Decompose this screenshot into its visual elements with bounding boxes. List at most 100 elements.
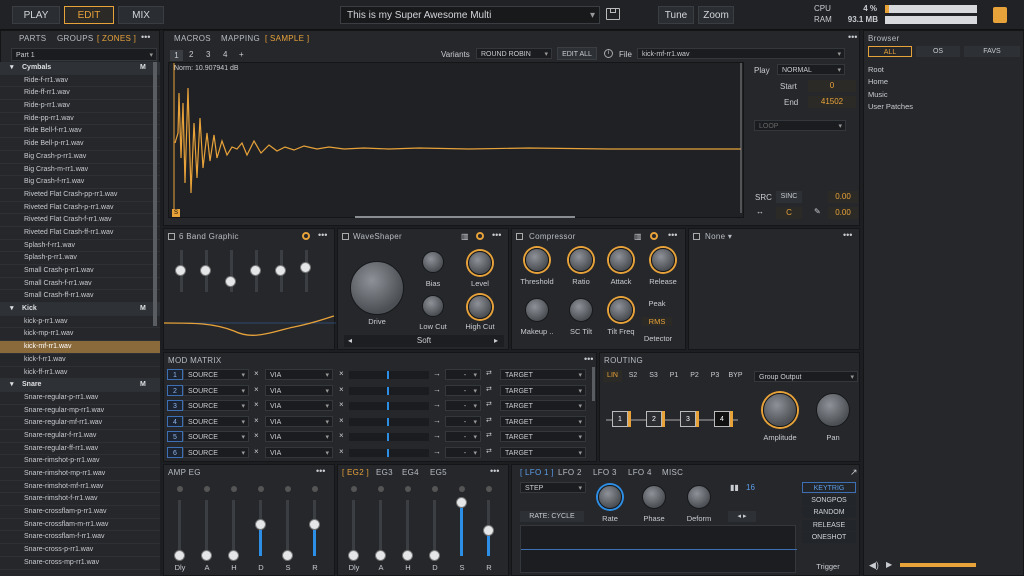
via-select[interactable]: VIA (265, 431, 333, 443)
tab-eg5[interactable]: EG5 (430, 468, 447, 477)
zoom-button[interactable]: Zoom (698, 6, 734, 24)
routing-tab-lin[interactable]: LIN (603, 370, 622, 382)
tab-play[interactable]: PLAY (12, 6, 60, 24)
close-icon[interactable]: × (254, 447, 259, 456)
mix-knob-icon[interactable] (302, 232, 310, 240)
eq-bars-icon[interactable]: ▥ (461, 232, 469, 241)
comp-knob-attack[interactable] (609, 248, 633, 272)
tab-misc[interactable]: MISC (662, 468, 683, 477)
phase-knob[interactable] (642, 485, 666, 509)
curve-knob-icon[interactable] (432, 486, 438, 492)
curve-knob-icon[interactable] (258, 486, 264, 492)
mute-button[interactable]: M (140, 379, 146, 391)
close-icon[interactable]: × (339, 369, 344, 378)
close-icon[interactable]: × (254, 431, 259, 440)
peak-option[interactable]: Peak (642, 299, 672, 308)
slot4-title[interactable]: None ▾ (705, 232, 732, 241)
via-select[interactable]: VIA (265, 400, 333, 412)
variants-select[interactable]: ROUND ROBIN (476, 48, 552, 60)
ws-mode-stepper[interactable]: ◂ Soft ▸ (344, 335, 504, 347)
eg-slider-thumb[interactable] (282, 550, 293, 561)
curve-select[interactable]: - (445, 384, 481, 397)
zone-item[interactable]: Ride Bell-p-rr1.wav (0, 138, 160, 151)
zone-item[interactable]: Splash-p-rr1.wav (0, 252, 160, 265)
zone-item[interactable]: kick-ff-rr1.wav (0, 367, 160, 380)
close-icon[interactable]: × (254, 385, 259, 394)
zone-item[interactable]: Snare-regular-mp-rr1.wav (0, 405, 160, 418)
page-2[interactable]: 2 (189, 50, 193, 59)
trigger-option-oneshot[interactable]: ONESHOT (802, 532, 856, 543)
pan-knob[interactable] (816, 393, 850, 427)
target-select[interactable]: TARGET (500, 369, 586, 381)
mix-knob-icon[interactable] (476, 232, 484, 240)
browser-tab-os[interactable]: OS (916, 46, 960, 57)
mute-button[interactable]: M (140, 62, 146, 74)
zone-item[interactable]: Ride-pp-rr1.wav (0, 113, 160, 126)
zone-item[interactable]: Ride-f-rr1.wav (0, 75, 160, 88)
source-select[interactable]: SOURCE (183, 369, 249, 381)
value-1[interactable]: 0.00 (828, 191, 858, 203)
tab-parts[interactable]: PARTS (19, 34, 46, 43)
trigger-option-release[interactable]: RELEASE (802, 519, 856, 531)
routing-tab-p2[interactable]: P2 (685, 370, 704, 382)
waveform-view[interactable]: Norm: 10.907941 dB S (168, 62, 744, 218)
depth-slider[interactable] (349, 386, 429, 395)
zone-item[interactable]: kick-f-rr1.wav (0, 354, 160, 367)
tab-lfo2[interactable]: LFO 2 (558, 468, 582, 477)
compressor-enable-checkbox[interactable] (516, 233, 523, 240)
zone-item[interactable]: Snare-crossflam-m-rr1.wav (0, 519, 160, 532)
close-icon[interactable]: × (254, 416, 259, 425)
eq-title[interactable]: 6 Band Graphic (179, 232, 239, 241)
zone-item[interactable]: Snare-regular-f-rr1.wav (0, 430, 160, 443)
source-select[interactable]: SOURCE (183, 431, 249, 443)
zone-item[interactable]: Riveted Flat Crash-pp-rr1.wav (0, 189, 160, 202)
chevron-down-icon[interactable]: ▾ (10, 303, 14, 315)
routing-tab-p1[interactable]: P1 (665, 370, 684, 382)
eg-slider-thumb[interactable] (402, 550, 413, 561)
target-select[interactable]: TARGET (500, 384, 586, 397)
tab-eg4[interactable]: EG4 (402, 468, 419, 477)
curve-knob-icon[interactable] (405, 486, 411, 492)
rate-cycle-button[interactable]: RATE: CYCLE (520, 511, 584, 522)
more-icon[interactable]: ••• (848, 32, 857, 42)
tab-lfo3[interactable]: LFO 3 (593, 468, 617, 477)
close-icon[interactable]: × (254, 400, 259, 409)
rate-knob[interactable] (598, 485, 622, 509)
trigger-option-songpos[interactable]: SONGPOS (802, 494, 856, 506)
zone-item[interactable]: Riveted Flat Crash-p-rr1.wav (0, 202, 160, 215)
deform-knob[interactable] (687, 485, 711, 509)
group-header[interactable]: Cymbals M ▾ (0, 62, 160, 75)
bipolar-icon[interactable]: ⇄ (486, 431, 492, 439)
via-select[interactable]: VIA (265, 369, 333, 381)
group-output-select[interactable]: Group Output (754, 371, 858, 383)
compressor-title[interactable]: Compressor (529, 232, 576, 241)
amplitude-knob[interactable] (763, 393, 797, 427)
routing-tab-byp[interactable]: BYP (726, 370, 745, 382)
routing-node[interactable]: 3 (680, 411, 696, 427)
more-icon[interactable]: ••• (584, 354, 593, 364)
zone-item[interactable]: kick-mp-rr1.wav (0, 328, 160, 342)
bipolar-icon[interactable]: ⇄ (486, 400, 492, 408)
more-icon[interactable]: ••• (141, 32, 150, 42)
more-icon[interactable]: ••• (318, 230, 327, 240)
curve-icon[interactable]: ↗ (850, 467, 858, 478)
routing-tab-p3[interactable]: P3 (706, 370, 725, 382)
zone-item[interactable]: Snare-rimshot-p-rr1.wav (0, 455, 160, 468)
tab-mix[interactable]: MIX (118, 6, 164, 24)
steps-value[interactable]: 16 (746, 483, 755, 492)
target-select[interactable]: TARGET (500, 400, 586, 412)
close-icon[interactable]: × (339, 431, 344, 440)
zone-item[interactable]: kick-mf-rr1.wav (0, 341, 160, 354)
browser-item-root[interactable]: Root (868, 65, 884, 74)
depth-slider[interactable] (349, 371, 429, 379)
comp-knob-ratio[interactable] (569, 248, 593, 272)
curve-select[interactable]: - (445, 415, 481, 428)
target-select[interactable]: TARGET (500, 446, 586, 459)
curve-knob-icon[interactable] (312, 486, 318, 492)
high-cut-knob[interactable] (468, 295, 492, 319)
loop-select[interactable]: LOOP (754, 120, 846, 132)
bipolar-icon[interactable]: ⇄ (486, 416, 492, 424)
bipolar-icon[interactable]: ⇄ (486, 447, 492, 455)
play-mode-select[interactable]: NORMAL (777, 64, 845, 76)
add-page[interactable]: + (239, 50, 244, 59)
